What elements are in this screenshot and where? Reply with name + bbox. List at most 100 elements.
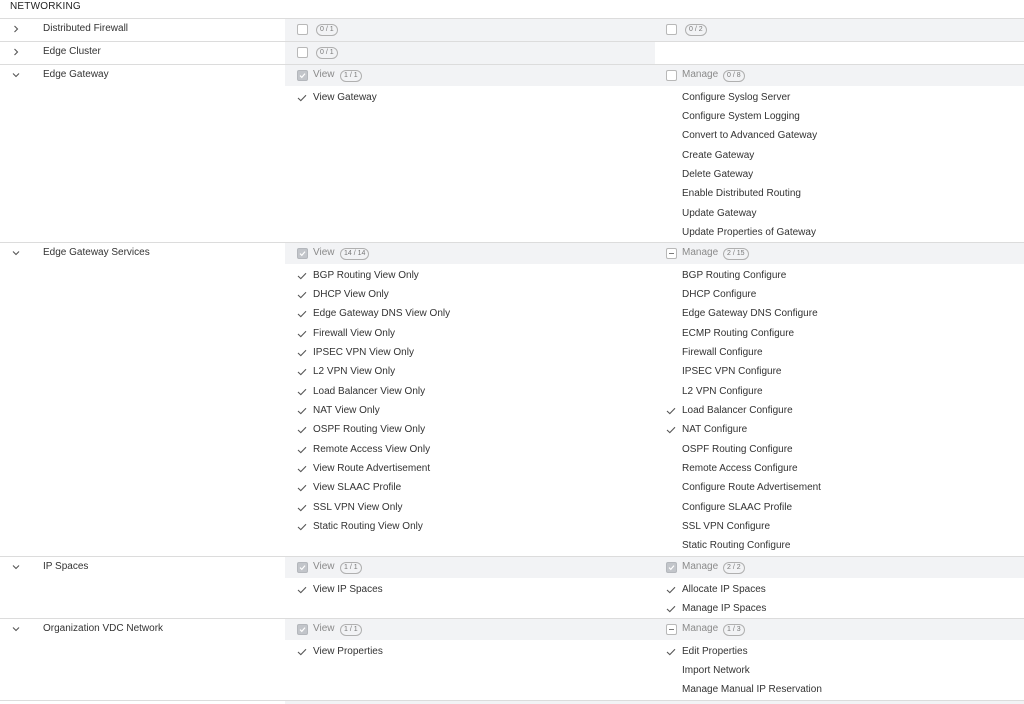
right-view-ip-spaces[interactable]: View IP Spaces — [313, 581, 383, 599]
count-badge: 0 / 8 — [723, 70, 745, 82]
right-l2-vpn-configure[interactable]: L2 VPN Configure — [682, 383, 763, 401]
right-ssl-vpn-view-only[interactable]: SSL VPN View Only — [313, 499, 402, 517]
count-badge: 1 / 1 — [340, 562, 362, 574]
checkbox-distributed-firewall-col2[interactable] — [666, 24, 677, 35]
right-dhcp-view-only[interactable]: DHCP View Only — [313, 286, 389, 304]
right-firewall-configure[interactable]: Firewall Configure — [682, 344, 763, 362]
right-bgp-routing-view-only[interactable]: BGP Routing View Only — [313, 267, 419, 285]
chevron-right-icon[interactable] — [8, 41, 24, 63]
right-edge-gateway-dns-view-only[interactable]: Edge Gateway DNS View Only — [313, 305, 450, 323]
row-name-edge-gateway: Edge Gateway — [43, 69, 109, 80]
right-configure-system-logging[interactable]: Configure System Logging — [682, 108, 800, 126]
checkbox-edge-gateway-manage[interactable] — [666, 70, 677, 81]
right-bgp-routing-configure[interactable]: BGP Routing Configure — [682, 267, 786, 285]
row-name-organization-vdc-network: Organization VDC Network — [43, 623, 164, 634]
right-dhcp-configure[interactable]: DHCP Configure — [682, 286, 756, 304]
divider — [0, 18, 1024, 19]
right-enable-distributed-routing[interactable]: Enable Distributed Routing — [682, 185, 801, 203]
right-create-gateway[interactable]: Create Gateway — [682, 147, 754, 165]
count-badge: 2 / 2 — [723, 562, 745, 574]
divider — [0, 64, 1024, 65]
manage-label: Manage — [682, 623, 719, 634]
right-delete-gateway[interactable]: Delete Gateway — [682, 166, 753, 184]
right-ospf-routing-configure[interactable]: OSPF Routing Configure — [682, 441, 793, 459]
checkbox-distributed-firewall-col1[interactable] — [297, 24, 308, 35]
count-badge: 0 / 1 — [316, 24, 338, 36]
divider — [0, 556, 1024, 557]
checkbox-org-vdc-network-view[interactable] — [297, 624, 308, 635]
right-update-gateway[interactable]: Update Gateway — [682, 205, 757, 223]
count-badge: 0 / 2 — [685, 24, 707, 36]
right-view-route-advertisement[interactable]: View Route Advertisement — [313, 460, 430, 478]
right-load-balancer-view-only[interactable]: Load Balancer View Only — [313, 383, 425, 401]
right-remote-access-configure[interactable]: Remote Access Configure — [682, 460, 798, 478]
check-icon — [297, 344, 307, 362]
manage-label: Manage — [682, 69, 719, 80]
section-title: NETWORKING — [10, 1, 81, 12]
check-icon — [666, 421, 676, 439]
count-badge: 1 / 1 — [340, 70, 362, 82]
check-icon — [297, 643, 307, 661]
right-nat-view-only[interactable]: NAT View Only — [313, 402, 380, 420]
right-ssl-vpn-configure[interactable]: SSL VPN Configure — [682, 518, 770, 536]
right-manage-ip-spaces[interactable]: Manage IP Spaces — [682, 600, 766, 618]
right-allocate-ip-spaces[interactable]: Allocate IP Spaces — [682, 581, 766, 599]
right-remote-access-view-only[interactable]: Remote Access View Only — [313, 441, 430, 459]
right-nat-configure[interactable]: NAT Configure — [682, 421, 747, 439]
checkbox-edge-cluster-col1[interactable] — [297, 47, 308, 58]
check-icon — [297, 267, 307, 285]
right-load-balancer-configure[interactable]: Load Balancer Configure — [682, 402, 793, 420]
right-update-properties-of-gateway[interactable]: Update Properties of Gateway — [682, 224, 816, 242]
header-band — [285, 619, 1024, 640]
right-view-gateway[interactable]: View Gateway — [313, 89, 377, 107]
view-label: View — [313, 247, 335, 258]
right-convert-to-advanced-gateway[interactable]: Convert to Advanced Gateway — [682, 127, 817, 145]
header-band — [285, 243, 1024, 264]
count-badge: 1 / 1 — [340, 624, 362, 636]
checkbox-edge-gateway-services-view[interactable] — [297, 248, 308, 259]
view-label: View — [313, 69, 335, 80]
chevron-down-icon[interactable] — [8, 64, 24, 86]
right-firewall-view-only[interactable]: Firewall View Only — [313, 325, 395, 343]
right-l2-vpn-view-only[interactable]: L2 VPN View Only — [313, 363, 395, 381]
right-ospf-routing-view-only[interactable]: OSPF Routing View Only — [313, 421, 425, 439]
right-configure-route-advertisement[interactable]: Configure Route Advertisement — [682, 479, 821, 497]
right-configure-syslog-server[interactable]: Configure Syslog Server — [682, 89, 790, 107]
manage-label: Manage — [682, 247, 719, 258]
right-manage-manual-ip-reservation[interactable]: Manage Manual IP Reservation — [682, 681, 822, 699]
right-edge-gateway-dns-configure[interactable]: Edge Gateway DNS Configure — [682, 305, 818, 323]
right-edit-properties[interactable]: Edit Properties — [682, 643, 748, 661]
check-icon — [297, 421, 307, 439]
right-ecmp-routing-configure[interactable]: ECMP Routing Configure — [682, 325, 794, 343]
right-ipsec-vpn-view-only[interactable]: IPSEC VPN View Only — [313, 344, 414, 362]
chevron-down-icon[interactable] — [8, 618, 24, 640]
check-icon — [297, 518, 307, 536]
right-import-network[interactable]: Import Network — [682, 662, 750, 680]
checkbox-ip-spaces-view[interactable] — [297, 562, 308, 573]
right-view-properties[interactable]: View Properties — [313, 643, 383, 661]
divider — [0, 41, 1024, 42]
checkbox-ip-spaces-manage[interactable] — [666, 562, 677, 573]
count-badge: 1 / 3 — [723, 624, 745, 636]
view-label: View — [313, 561, 335, 572]
check-icon — [297, 479, 307, 497]
checkbox-edge-gateway-view[interactable] — [297, 70, 308, 81]
checkbox-org-vdc-network-manage[interactable] — [666, 624, 677, 635]
check-icon — [297, 581, 307, 599]
check-icon — [666, 402, 676, 420]
check-icon — [297, 325, 307, 343]
right-configure-slaac-profile[interactable]: Configure SLAAC Profile — [682, 499, 792, 517]
right-view-slaac-profile[interactable]: View SLAAC Profile — [313, 479, 401, 497]
check-icon — [297, 460, 307, 478]
check-icon — [297, 363, 307, 381]
header-band — [285, 557, 1024, 578]
chevron-right-icon[interactable] — [8, 18, 24, 40]
right-static-routing-view-only[interactable]: Static Routing View Only — [313, 518, 423, 536]
check-icon — [297, 402, 307, 420]
count-badge: 14 / 14 — [340, 248, 370, 260]
right-static-routing-configure[interactable]: Static Routing Configure — [682, 537, 790, 555]
right-ipsec-vpn-configure[interactable]: IPSEC VPN Configure — [682, 363, 782, 381]
checkbox-edge-gateway-services-manage[interactable] — [666, 248, 677, 259]
chevron-down-icon[interactable] — [8, 556, 24, 578]
chevron-down-icon[interactable] — [8, 242, 24, 264]
